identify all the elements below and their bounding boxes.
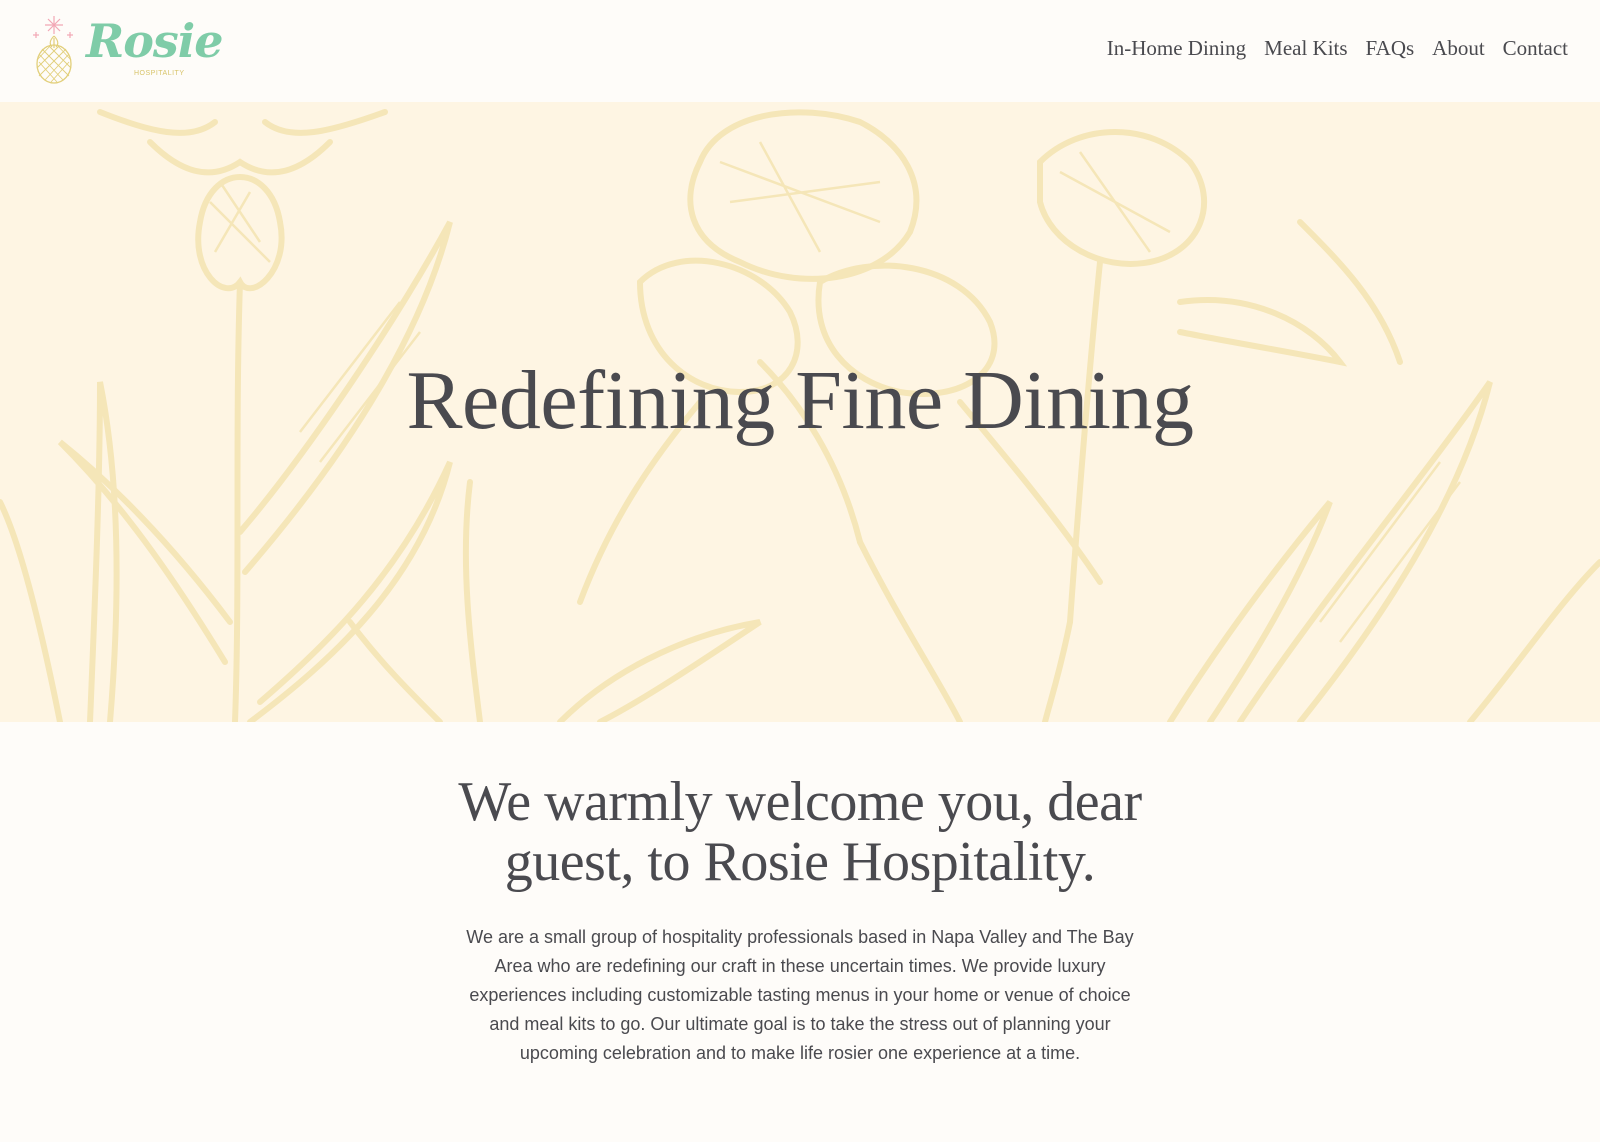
nav-in-home-dining[interactable]: In-Home Dining <box>1107 36 1246 61</box>
logo-link[interactable]: Rosie HOSPITALITY <box>30 14 224 88</box>
site-header: Rosie HOSPITALITY In-Home Dining Meal Ki… <box>0 0 1600 102</box>
pineapple-icon <box>33 16 73 84</box>
nav-contact[interactable]: Contact <box>1503 36 1568 61</box>
main-nav: In-Home Dining Meal Kits FAQs About Cont… <box>1107 36 1568 61</box>
logo-wordmark: Rosie <box>86 14 224 68</box>
nav-meal-kits[interactable]: Meal Kits <box>1264 36 1347 61</box>
welcome-heading: We warmly welcome you, dear guest, to Ro… <box>458 771 1142 893</box>
nav-about[interactable]: About <box>1432 36 1485 61</box>
welcome-section: We warmly welcome you, dear guest, to Ro… <box>0 722 1600 1142</box>
hero-banner: Redefining Fine Dining <box>0 102 1600 722</box>
logo-subtitle: HOSPITALITY <box>134 70 185 77</box>
hero-title: Redefining Fine Dining <box>406 354 1194 447</box>
welcome-body: We are a small group of hospitality prof… <box>466 927 1134 1063</box>
nav-faqs[interactable]: FAQs <box>1366 36 1415 61</box>
